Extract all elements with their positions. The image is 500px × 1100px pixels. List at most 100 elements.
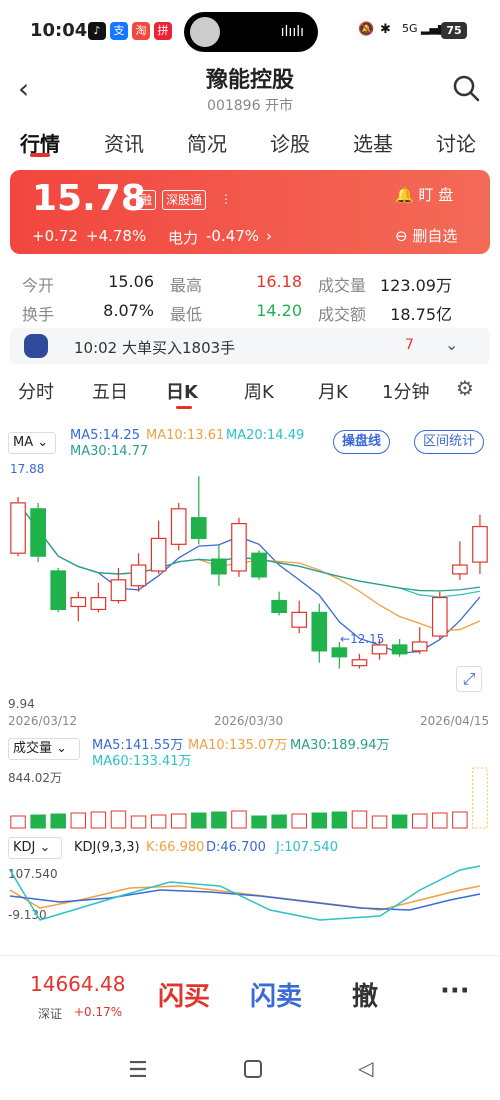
volume-bar (371, 815, 388, 829)
tab-profile[interactable]: 简况 (187, 128, 227, 157)
quick-buy-button[interactable]: 闪买 (158, 976, 210, 1013)
vol-ma30: MA30:189.94万 (290, 738, 390, 753)
period-day[interactable]: 日K (166, 378, 198, 404)
candle-body (472, 525, 488, 563)
volume-bar (10, 815, 26, 829)
search-icon[interactable] (452, 74, 480, 102)
quick-sell-button[interactable]: 闪卖 (250, 976, 302, 1013)
kdj-d-line (9, 889, 481, 911)
tiktok-icon: ♪ (88, 22, 106, 40)
turnover-value: 8.07% (103, 301, 154, 320)
tab-fund[interactable]: 选基 (353, 128, 393, 157)
settings-icon[interactable]: ⚙ (456, 376, 474, 400)
volume-bar (211, 811, 227, 829)
tab-diagnose[interactable]: 诊股 (270, 128, 310, 157)
candle-body (150, 537, 167, 572)
volume-bar (351, 810, 368, 829)
page-title: 豫能控股 (205, 68, 294, 93)
robot-icon (24, 334, 48, 358)
period-week[interactable]: 周K (244, 378, 274, 404)
candle-body (10, 502, 26, 554)
ma20-line (17, 502, 481, 598)
date-end: 2026/04/15 (420, 714, 490, 728)
stock-code: 001896 开市 (207, 98, 293, 114)
open-value: 15.06 (108, 272, 154, 291)
index-value[interactable]: 14664.48 (30, 972, 125, 996)
signal-icon: 5G ▂▄▆ (402, 22, 447, 35)
period-minute[interactable]: 分时 (18, 378, 54, 404)
kdj-k: K:66.980 (146, 840, 205, 855)
volume-bar (331, 811, 348, 829)
candle-body (431, 596, 448, 637)
volume-bar (191, 812, 207, 829)
sector-change[interactable]: -0.47% (206, 227, 259, 245)
volume-bar (311, 812, 328, 829)
candle-body (452, 564, 468, 575)
ma5-line (17, 502, 481, 654)
menu-icon[interactable]: ☰ (128, 1058, 148, 1083)
period-1min[interactable]: 1分钟 (382, 378, 429, 404)
candle-body (130, 564, 147, 587)
index-change: +0.17% (74, 1005, 123, 1019)
battery-icon: 75 (441, 22, 467, 39)
more-button[interactable]: ··· (440, 976, 470, 1006)
connect-tag: 深股通 (162, 190, 207, 210)
candle-body (90, 596, 107, 611)
high-mark: 17.88 (10, 462, 45, 476)
app-icon: 淘 (132, 22, 150, 40)
volume-bar (291, 813, 307, 829)
period-indicator (176, 406, 192, 409)
avatar (190, 17, 220, 47)
alipay-icon: 支 (110, 22, 128, 40)
chevron-down-icon[interactable]: ⌄ (445, 335, 458, 354)
volume-bar (50, 813, 66, 829)
current-price: 15.78 (32, 178, 146, 219)
ma20-label: MA20:14.49 (226, 428, 305, 443)
news-text[interactable]: 10:02 大单买入1803手 (74, 337, 235, 358)
cancel-order-button[interactable]: 撤 (352, 976, 378, 1013)
volume-bar (432, 812, 448, 829)
date-mid: 2026/03/30 (214, 714, 284, 728)
candle-body (211, 558, 227, 575)
dynamic-island: ılıılı (184, 12, 318, 52)
more-tag-icon[interactable]: ⋮ (217, 190, 235, 210)
volume-bar (391, 814, 408, 829)
sector-name[interactable]: 电力 (168, 227, 198, 248)
volume-bar (472, 767, 488, 829)
ma-selector[interactable]: MA ⌄ (8, 432, 56, 454)
candle-body (30, 508, 46, 557)
home-icon[interactable] (244, 1060, 262, 1078)
candle-body (231, 523, 247, 572)
watch-button[interactable]: 🔔 盯 盘 (395, 184, 453, 205)
turnover-label: 换手 (22, 305, 55, 324)
candlestick-chart[interactable] (0, 455, 500, 715)
candle-body (371, 644, 388, 655)
period-5day[interactable]: 五日 (92, 378, 128, 404)
chevron-right-icon[interactable]: › (266, 227, 272, 245)
candle-body (190, 517, 207, 540)
volume-bar (110, 810, 127, 829)
volume-bar (251, 815, 267, 829)
volume-bar (231, 810, 247, 829)
volume-chart[interactable] (0, 760, 500, 830)
mute-icon: 🔕 (358, 22, 375, 37)
volume-bar (90, 811, 107, 829)
operation-line-button[interactable]: 操盘线 (333, 430, 391, 454)
period-month[interactable]: 月K (318, 378, 348, 404)
date-start: 2026/03/12 (8, 714, 78, 728)
margin-tag: 融 (136, 190, 157, 210)
kdj-selector[interactable]: KDJ ⌄ (8, 837, 62, 859)
bluetooth-icon: ✱ (380, 22, 391, 37)
tab-news[interactable]: 资讯 (104, 128, 144, 157)
candle-body (411, 641, 428, 652)
kdj-chart[interactable] (0, 860, 500, 930)
candle-body (170, 508, 187, 545)
news-count: 7 (405, 337, 414, 353)
expand-icon[interactable]: ⤢ (456, 666, 482, 692)
back-nav-icon[interactable]: ◁ (358, 1056, 373, 1080)
volume-selector[interactable]: 成交量 ⌄ (8, 738, 80, 760)
range-stats-button[interactable]: 区间统计 (414, 430, 485, 454)
open-label: 今开 (22, 276, 55, 295)
remove-watchlist-button[interactable]: ⊖ 删自选 (395, 225, 457, 246)
tab-discuss[interactable]: 讨论 (436, 128, 476, 157)
